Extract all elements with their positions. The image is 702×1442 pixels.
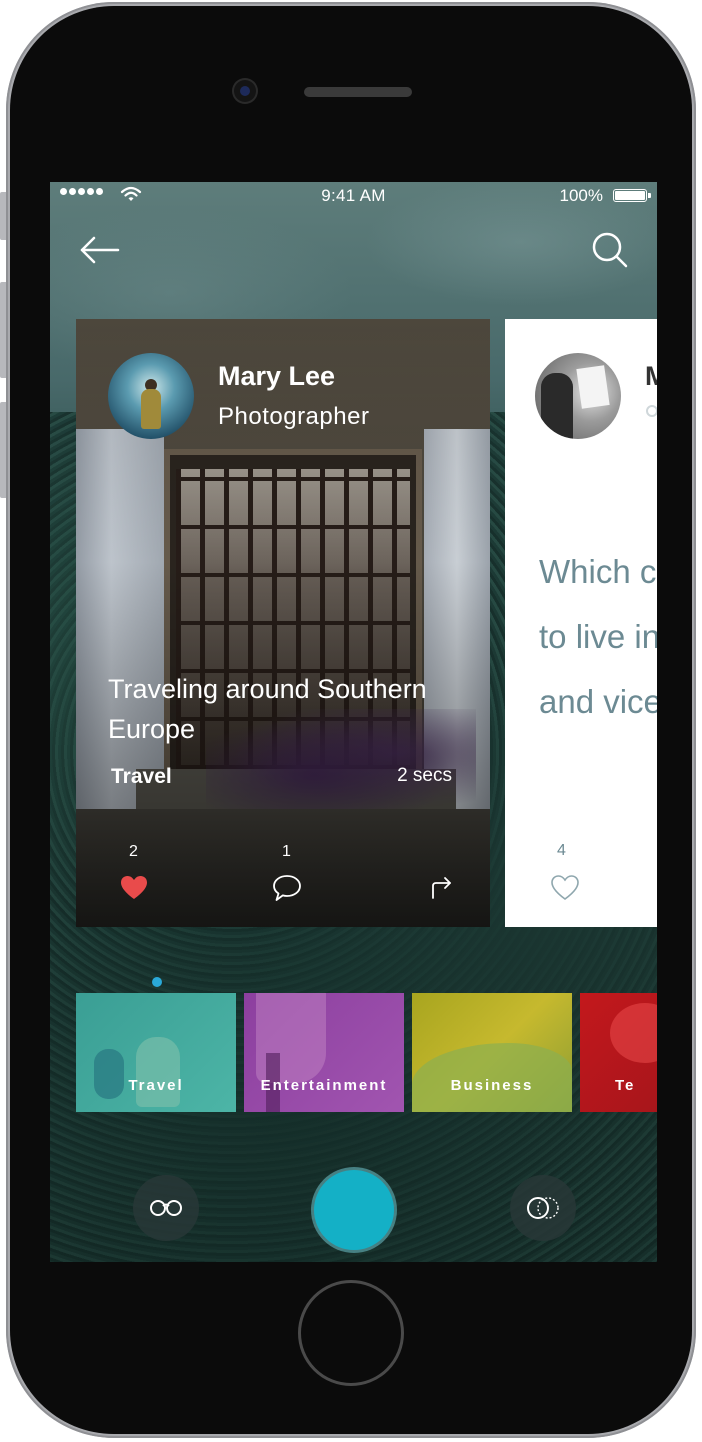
back-arrow-icon[interactable] xyxy=(78,232,122,268)
battery-percent: 100% xyxy=(559,186,603,205)
volume-down-button xyxy=(0,402,6,498)
volume-up-button xyxy=(0,282,6,378)
category-label: Entertainment xyxy=(260,1077,388,1094)
location-icon xyxy=(646,405,657,417)
heart-filled-icon[interactable] xyxy=(120,875,148,901)
question-author-avatar[interactable] xyxy=(535,353,621,439)
author-avatar[interactable] xyxy=(108,353,194,439)
category-label: Travel xyxy=(128,1077,184,1094)
home-button[interactable] xyxy=(298,1280,404,1386)
share-icon[interactable] xyxy=(430,875,454,899)
question-like-count: 4 xyxy=(557,842,566,859)
status-bar: 9:41 AM 100% xyxy=(50,182,657,212)
post-category: Travel xyxy=(111,765,172,788)
category-strip: Travel Entertainment Business Te xyxy=(76,993,657,1112)
category-tile-entertainment[interactable]: Entertainment xyxy=(244,993,404,1112)
page-indicator-dot xyxy=(152,977,162,987)
post-card[interactable]: Mary Lee Photographer Traveling around S… xyxy=(76,319,490,927)
search-icon[interactable] xyxy=(590,230,630,270)
battery-icon xyxy=(613,189,651,202)
blend-button[interactable] xyxy=(510,1175,576,1241)
glasses-icon xyxy=(150,1200,182,1216)
post-timestamp: 2 secs xyxy=(397,765,452,786)
front-camera xyxy=(234,80,256,102)
silent-switch xyxy=(0,192,6,240)
app-screen: 9:41 AM 100% Mary Lee Photographer Trave… xyxy=(50,182,657,1262)
heart-outline-icon[interactable] xyxy=(551,875,579,901)
comment-icon[interactable] xyxy=(272,873,302,903)
earpiece-speaker xyxy=(304,87,412,97)
question-author-name[interactable]: M xyxy=(645,361,657,392)
category-tile-travel[interactable]: Travel xyxy=(76,993,236,1112)
comment-count: 1 xyxy=(282,843,291,860)
author-name[interactable]: Mary Lee xyxy=(218,361,335,392)
glasses-button[interactable] xyxy=(133,1175,199,1241)
overlapping-circles-icon xyxy=(527,1197,559,1219)
like-count: 2 xyxy=(129,843,138,860)
record-button[interactable] xyxy=(314,1170,394,1250)
author-role: Photographer xyxy=(218,403,370,430)
category-label: Business xyxy=(450,1077,534,1094)
question-text: Which c to live in and vice xyxy=(539,553,657,720)
category-tile-business[interactable]: Business xyxy=(412,993,572,1112)
category-label: Te xyxy=(615,1077,636,1094)
category-tile-technology[interactable]: Te xyxy=(580,993,657,1112)
question-card[interactable]: M Which c to live in and vice 4 xyxy=(505,319,657,927)
post-headline: Traveling around Southern Europe xyxy=(108,674,427,744)
